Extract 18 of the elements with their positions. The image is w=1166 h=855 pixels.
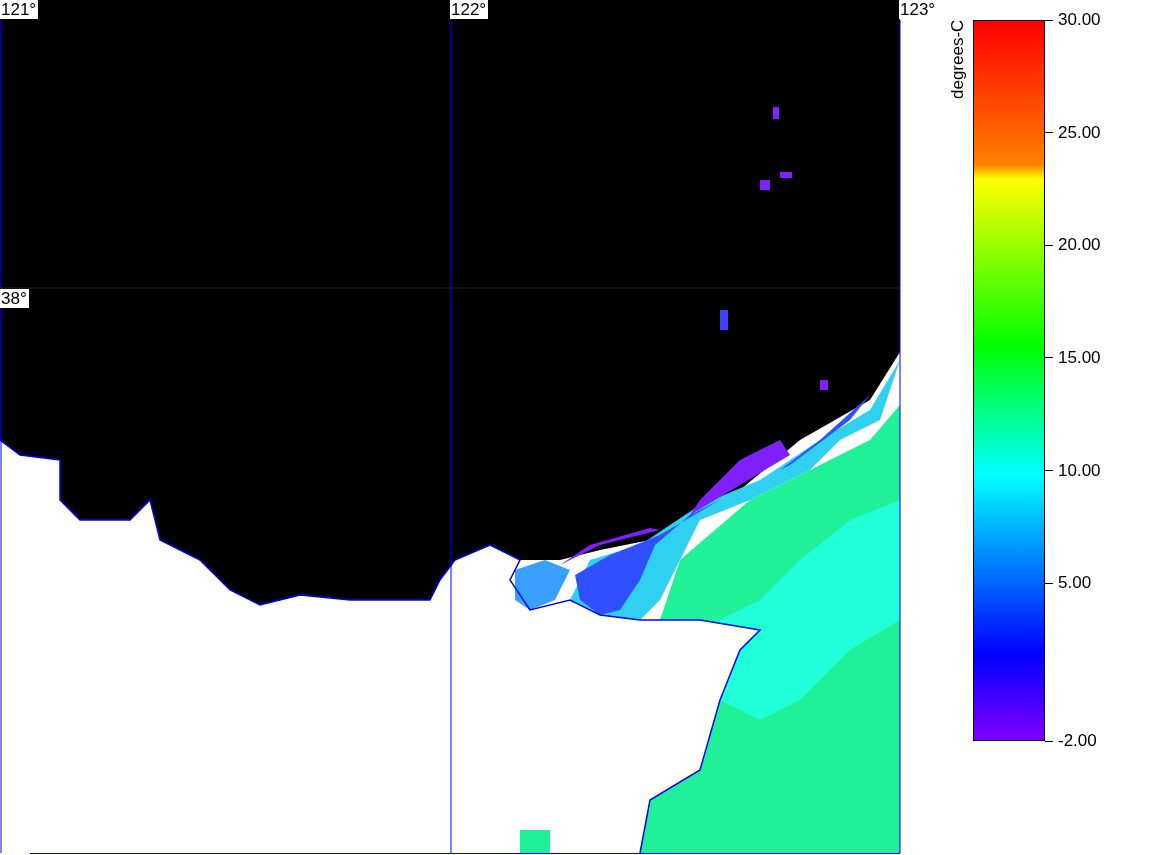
tick-mark <box>1045 740 1053 742</box>
tick-label: 15.00 <box>1058 347 1101 368</box>
grid-label: 121° <box>0 0 39 19</box>
tick-mark <box>1045 19 1053 21</box>
tick-label: 20.00 <box>1058 235 1101 256</box>
tick-label: 30.00 <box>1058 10 1101 30</box>
tick-label: 25.00 <box>1058 122 1101 143</box>
tick-label: -2.00 <box>1058 731 1097 751</box>
colorbar-unit-label: degrees-C <box>948 20 968 102</box>
tick-mark <box>1045 132 1053 134</box>
tick-mark <box>1045 470 1053 472</box>
tick-label: 5.00 <box>1058 573 1092 594</box>
tick-mark <box>1045 244 1053 246</box>
tick-mark <box>1045 582 1053 584</box>
grid-label: 38° <box>0 289 29 308</box>
tick-mark <box>1045 357 1053 359</box>
grid-label: 122° <box>450 0 489 19</box>
tick-label: 10.00 <box>1058 460 1101 481</box>
